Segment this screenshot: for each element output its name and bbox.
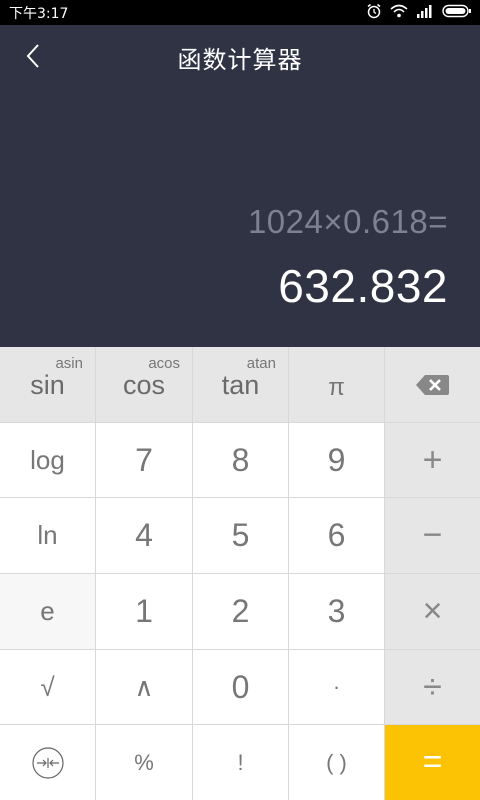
pi-label: π (328, 373, 345, 401)
wifi-icon (390, 4, 408, 18)
app-header: 函数计算器 (0, 25, 480, 87)
two-key[interactable]: 2 (193, 574, 289, 650)
minus-key[interactable]: − (385, 498, 480, 574)
eight-label: 8 (231, 441, 250, 478)
status-icons (366, 3, 472, 19)
equals-label: = (422, 743, 443, 781)
battery-icon (442, 4, 471, 18)
sin-label: sin (30, 370, 65, 400)
log-key[interactable]: log (0, 423, 96, 498)
seven-key[interactable]: 7 (96, 423, 193, 498)
keypad: asin sin acos cos atan tan π log 7 8 9 +… (0, 347, 480, 800)
five-key[interactable]: 5 (193, 498, 289, 574)
page-title: 函数计算器 (177, 46, 303, 74)
minus-label: − (422, 516, 443, 554)
atan-label: atan (246, 355, 276, 372)
power-key[interactable]: ∧ (96, 650, 193, 725)
three-label: 3 (327, 593, 346, 629)
cos-label: cos (122, 370, 166, 400)
caret-label: ∧ (134, 671, 154, 702)
parentheses-label: ( ) (326, 749, 347, 775)
nine-key[interactable]: 9 (289, 423, 385, 498)
three-key[interactable]: 3 (289, 574, 385, 650)
sin-key[interactable]: asin sin (0, 347, 96, 423)
sqrt-key[interactable]: √ (0, 650, 96, 725)
one-key[interactable]: 1 (96, 574, 193, 650)
seven-label: 7 (135, 441, 153, 478)
asin-label: asin (55, 355, 83, 372)
status-bar: 下午3:17 (0, 0, 480, 25)
pi-key[interactable]: π (289, 347, 385, 423)
result-text: 632.832 (278, 260, 448, 312)
tan-key[interactable]: atan tan (193, 347, 289, 423)
times-label: × (422, 592, 443, 630)
swap-key[interactable] (0, 725, 96, 800)
percent-label: % (134, 749, 154, 775)
parentheses-key[interactable]: ( ) (289, 725, 385, 800)
log-label: log (30, 444, 65, 475)
nine-label: 9 (327, 441, 346, 478)
factorial-key[interactable]: ! (193, 725, 289, 800)
acos-label: acos (148, 355, 180, 372)
percent-key[interactable]: % (96, 725, 193, 800)
ln-label: ln (37, 520, 58, 550)
four-key[interactable]: 4 (96, 498, 193, 574)
e-label: e (40, 596, 55, 626)
two-label: 2 (231, 593, 250, 629)
backspace-key[interactable] (385, 347, 480, 423)
zero-label: 0 (231, 668, 250, 705)
cos-key[interactable]: acos cos (96, 347, 193, 423)
calculator-display: 1024×0.618= 632.832 (0, 87, 480, 347)
equals-key[interactable]: = (385, 725, 480, 800)
tan-label: tan (221, 370, 260, 400)
plus-label: + (422, 440, 443, 479)
e-key[interactable]: e (0, 574, 96, 650)
one-label: 1 (135, 593, 153, 629)
six-label: 6 (327, 517, 346, 553)
backspace-icon (415, 374, 449, 395)
dot-label: · (332, 674, 341, 699)
plus-key[interactable]: + (385, 423, 480, 498)
expression-text: 1024×0.618= (247, 203, 448, 240)
six-key[interactable]: 6 (289, 498, 385, 574)
eight-key[interactable]: 8 (193, 423, 289, 498)
sqrt-label: √ (40, 671, 55, 702)
times-key[interactable]: × (385, 574, 480, 650)
five-label: 5 (231, 517, 250, 553)
signal-icon (417, 5, 432, 18)
four-label: 4 (135, 517, 153, 553)
ln-key[interactable]: ln (0, 498, 96, 574)
factorial-label: ! (237, 749, 244, 775)
collapse-arrows-icon (31, 746, 64, 779)
divide-label: ÷ (423, 667, 442, 706)
zero-key[interactable]: 0 (193, 650, 289, 725)
divide-key[interactable]: ÷ (385, 650, 480, 725)
alarm-icon (367, 3, 381, 19)
status-time: 下午3:17 (9, 6, 69, 22)
dot-key[interactable]: · (289, 650, 385, 725)
